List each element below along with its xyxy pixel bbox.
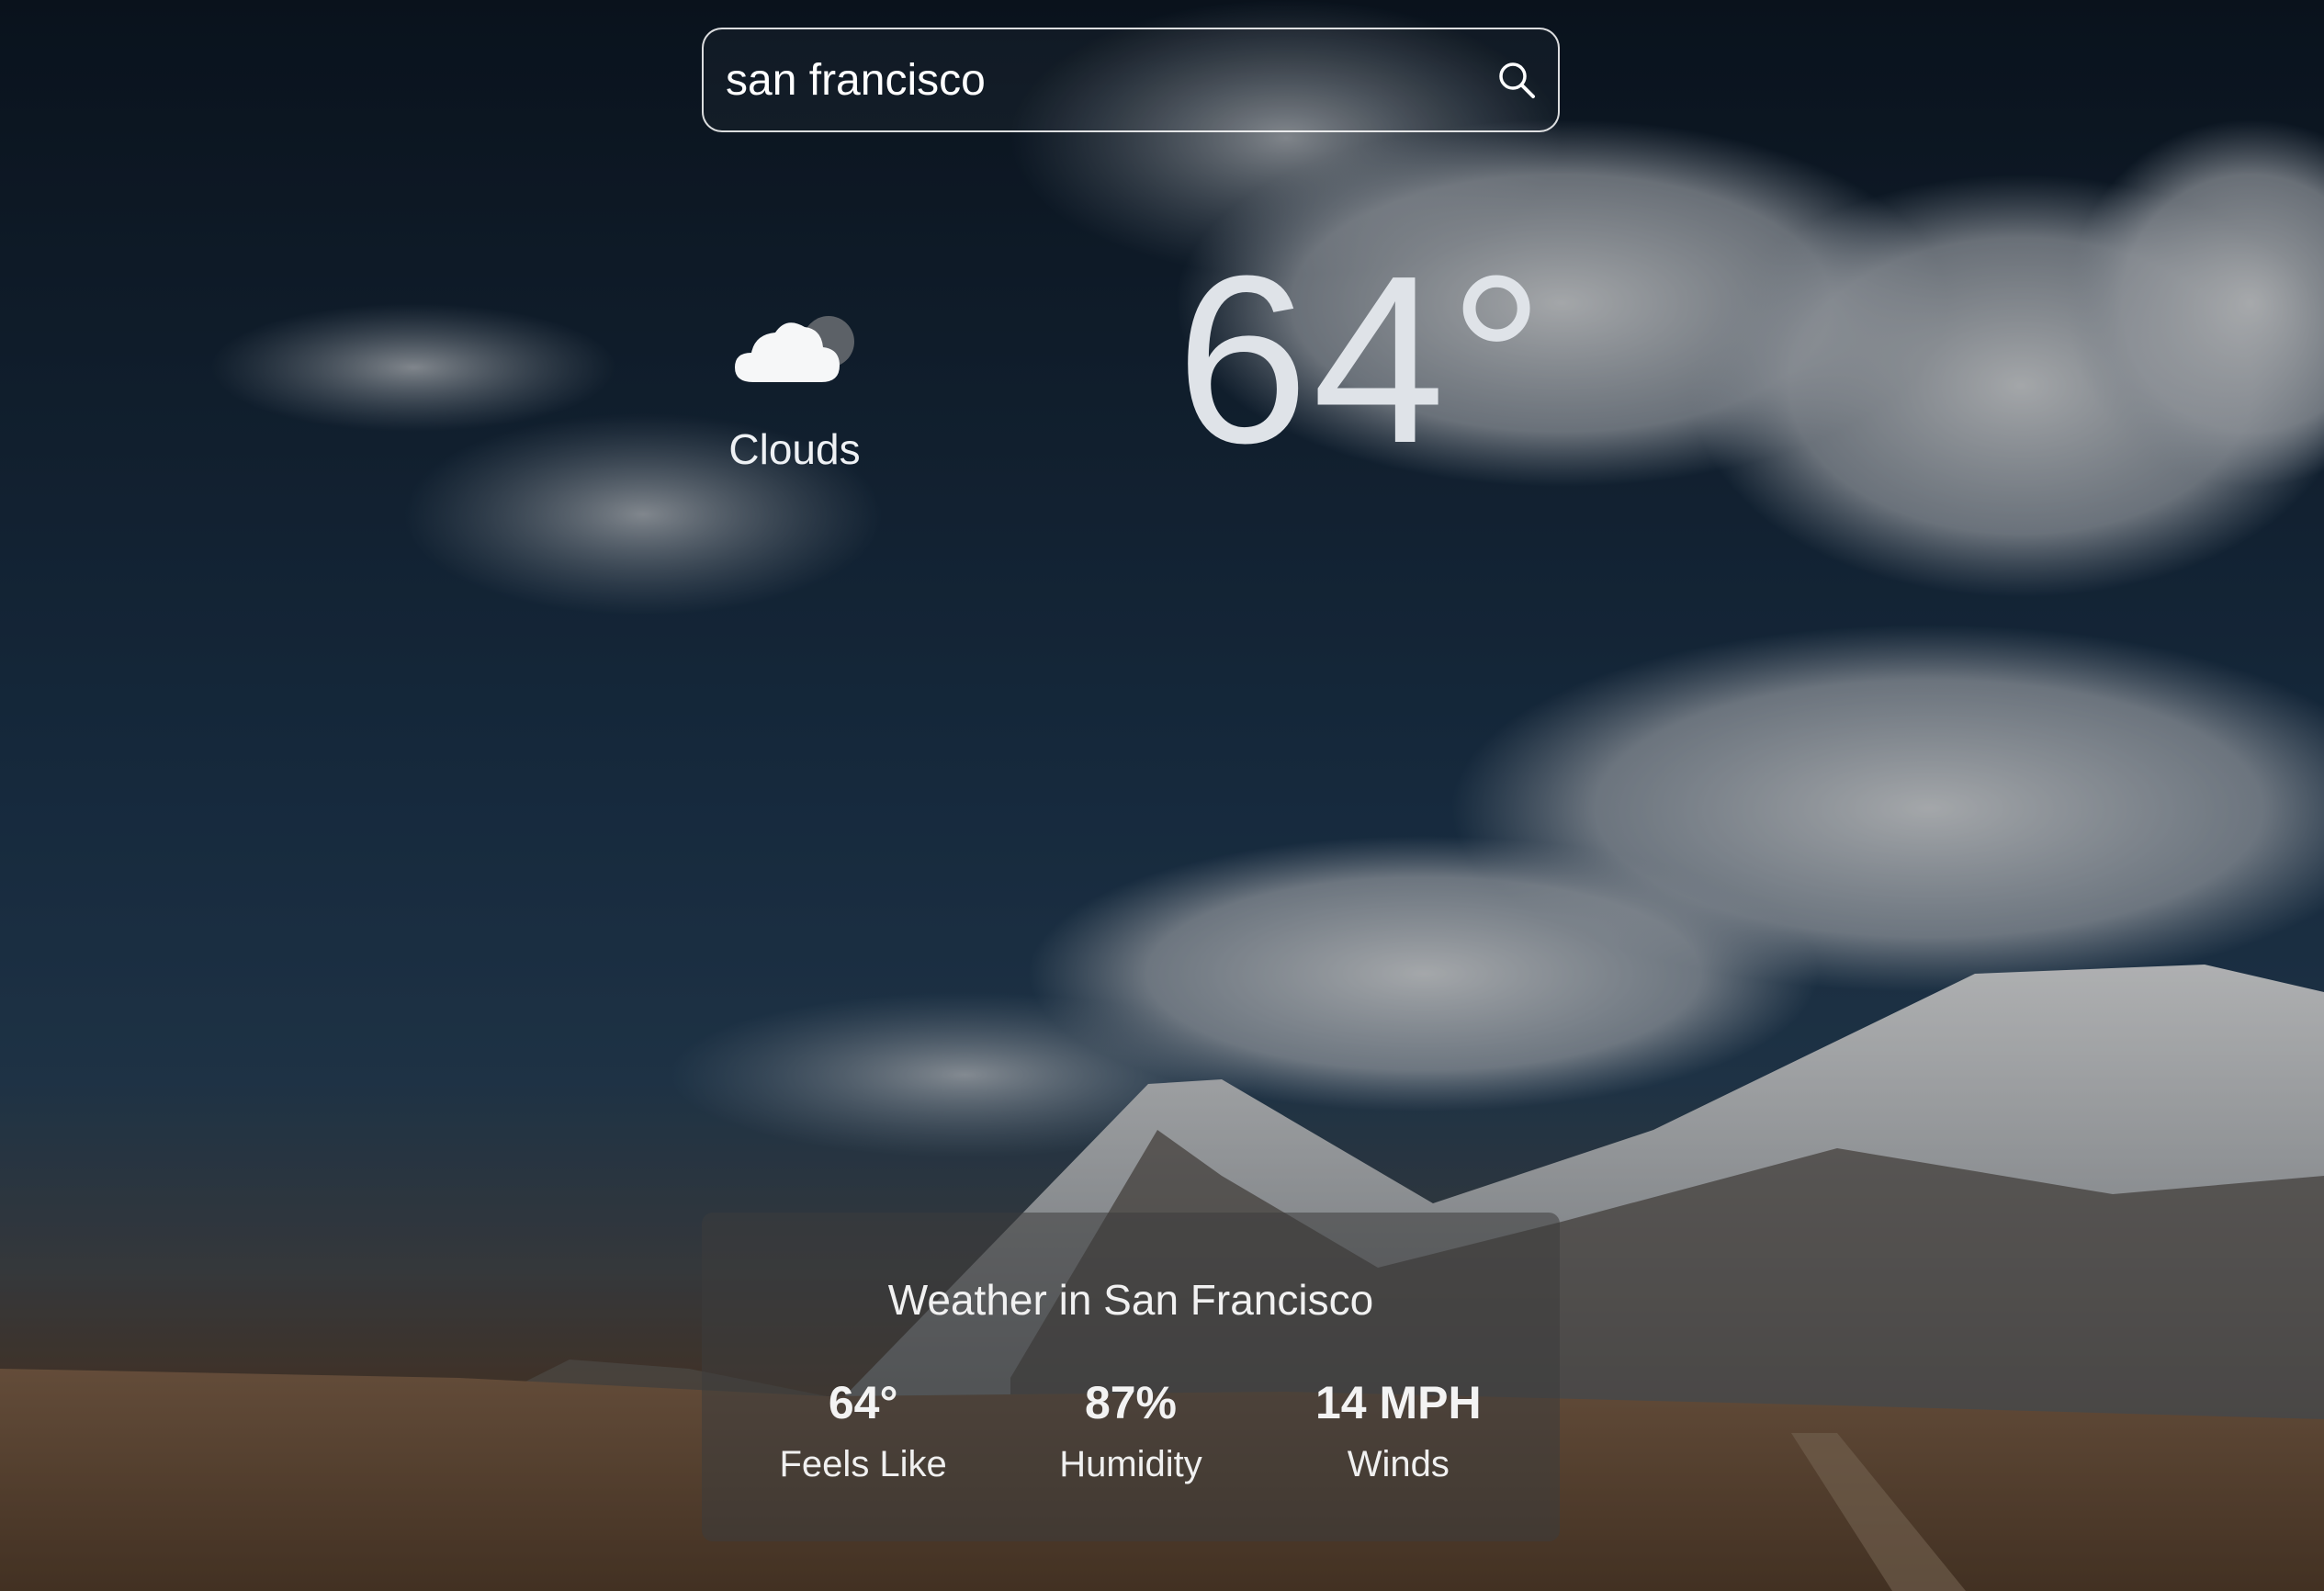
cloud-icon	[735, 316, 854, 382]
search-bar	[702, 28, 1560, 132]
stat-winds: 14 MPH Winds	[1269, 1376, 1527, 1485]
current-condition: Clouds	[698, 294, 891, 474]
stats-row: 64° Feels Like 87% Humidity 14 MPH Winds	[702, 1376, 1560, 1485]
details-title: Weather in San Francisco	[887, 1276, 1374, 1324]
stat-label: Winds	[1347, 1444, 1450, 1484]
stat-feels-like: 64° Feels Like	[735, 1376, 992, 1485]
current-temperature: 64°	[1176, 227, 1549, 493]
search-input[interactable]	[704, 29, 1475, 130]
stat-value: 14 MPH	[1315, 1377, 1482, 1428]
stat-humidity: 87% Humidity	[1002, 1376, 1259, 1485]
weather-app: Clouds 64° Weather in San Francisco 64° …	[0, 0, 2324, 1591]
condition-label: Clouds	[728, 425, 861, 473]
stat-value: 87%	[1084, 1377, 1178, 1428]
stat-value: 64°	[828, 1377, 898, 1428]
stat-label: Humidity	[1059, 1444, 1202, 1484]
weather-details-card: Weather in San Francisco 64° Feels Like …	[702, 1213, 1560, 1541]
search-button[interactable]	[1475, 29, 1558, 130]
stat-label: Feels Like	[779, 1444, 947, 1484]
search-icon	[1499, 62, 1535, 98]
